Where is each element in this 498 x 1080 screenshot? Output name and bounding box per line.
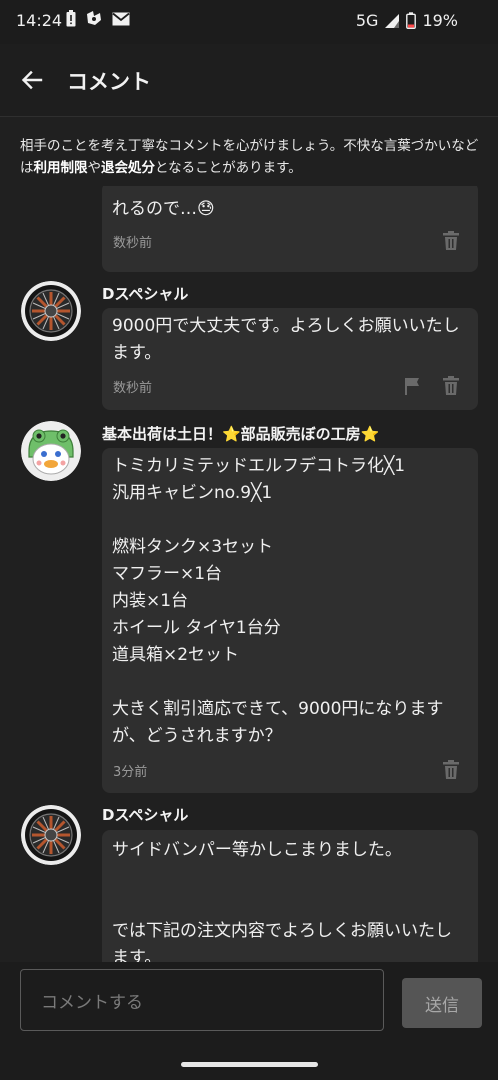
- comment-username[interactable]: Dスペシャル: [102, 283, 188, 304]
- comment-username[interactable]: Dスペシャル: [102, 804, 188, 825]
- comment-time: 数秒前: [113, 381, 153, 396]
- wheel-avatar-image: [21, 281, 81, 341]
- battery-icon: [406, 12, 417, 29]
- comment-guideline-notice: 相手のことを考え丁寧なコメントを心がけましょう。不快な言葉づかいなどは利用制限や…: [20, 135, 480, 179]
- comment-bubble: サイドバンパー等かしこまりました。 では下記の注文内容でよろしくお願いいたします…: [102, 830, 478, 962]
- notice-text-3: となることがあります。: [155, 160, 302, 176]
- status-bar: 14:24 5G 19%: [0, 0, 498, 44]
- send-button[interactable]: 送信: [402, 978, 482, 1028]
- comment-text: トミカリミテッドエルフデコトラ化╳1 汎用キャビンno.9╳1 燃料タンク×3セ…: [112, 456, 444, 746]
- flag-icon[interactable]: [404, 377, 420, 395]
- home-indicator[interactable]: [181, 1062, 318, 1067]
- avatar[interactable]: [21, 281, 81, 341]
- trash-icon[interactable]: [442, 231, 460, 251]
- network-label: 5G: [355, 11, 379, 30]
- comment-text: サイドバンパー等かしこまりました。 では下記の注文内容でよろしくお願いいたします…: [112, 840, 452, 962]
- avatar[interactable]: [21, 805, 81, 865]
- wheel-avatar-image: [21, 805, 81, 865]
- comment-bubble: れるので…😓 数秒前: [102, 186, 478, 272]
- comment-bubble: トミカリミテッドエルフデコトラ化╳1 汎用キャビンno.9╳1 燃料タンク×3セ…: [102, 448, 478, 793]
- status-notification-icons: [66, 10, 130, 27]
- arrow-back-icon: [21, 70, 43, 90]
- comment-input-placeholder: コメントする: [41, 993, 143, 1013]
- notice-area: 相手のことを考え丁寧なコメントを心がけましょう。不快な言葉づかいなどは利用制限や…: [0, 116, 498, 187]
- avatar[interactable]: [21, 421, 81, 481]
- signal-icon: [385, 13, 400, 28]
- battery-percent: 19%: [422, 11, 458, 30]
- back-button[interactable]: [14, 62, 50, 98]
- page-title: コメント: [67, 70, 151, 94]
- comment-time: 3分前: [113, 765, 148, 780]
- notice-text-2: や: [87, 160, 102, 176]
- comment-username[interactable]: 基本出荷は土日！⭐部品販売ぼの工房⭐: [102, 423, 379, 444]
- comment-list[interactable]: れるので…😓 数秒前 Dスペシャル 9000円で大丈夫です。よろしくお願いいたし…: [0, 186, 498, 962]
- comment-time: 数秒前: [113, 236, 153, 251]
- status-time: 14:24: [16, 11, 63, 30]
- battery-alert-icon: [66, 10, 76, 27]
- comment-text: れるので…😓: [112, 199, 215, 219]
- comment-composer: コメントする 送信: [0, 962, 498, 1080]
- mail-icon: [112, 12, 130, 25]
- comment-bubble: 9000円で大丈夫です。よろしくお願いいたします。 数秒前: [102, 308, 478, 410]
- trash-icon[interactable]: [442, 376, 460, 396]
- notice-withdrawal-link[interactable]: 退会処分: [101, 160, 155, 176]
- comment-input[interactable]: コメントする: [20, 969, 384, 1031]
- comment-text: 9000円で大丈夫です。よろしくお願いいたします。: [112, 316, 460, 363]
- app-bar: コメント: [0, 44, 498, 116]
- frog-duck-avatar-image: [21, 421, 81, 481]
- status-right: 5G 19%: [356, 11, 458, 30]
- app-notification-icon: [87, 11, 101, 25]
- trash-icon[interactable]: [442, 760, 460, 780]
- notice-usage-restriction-link[interactable]: 利用制限: [34, 160, 88, 176]
